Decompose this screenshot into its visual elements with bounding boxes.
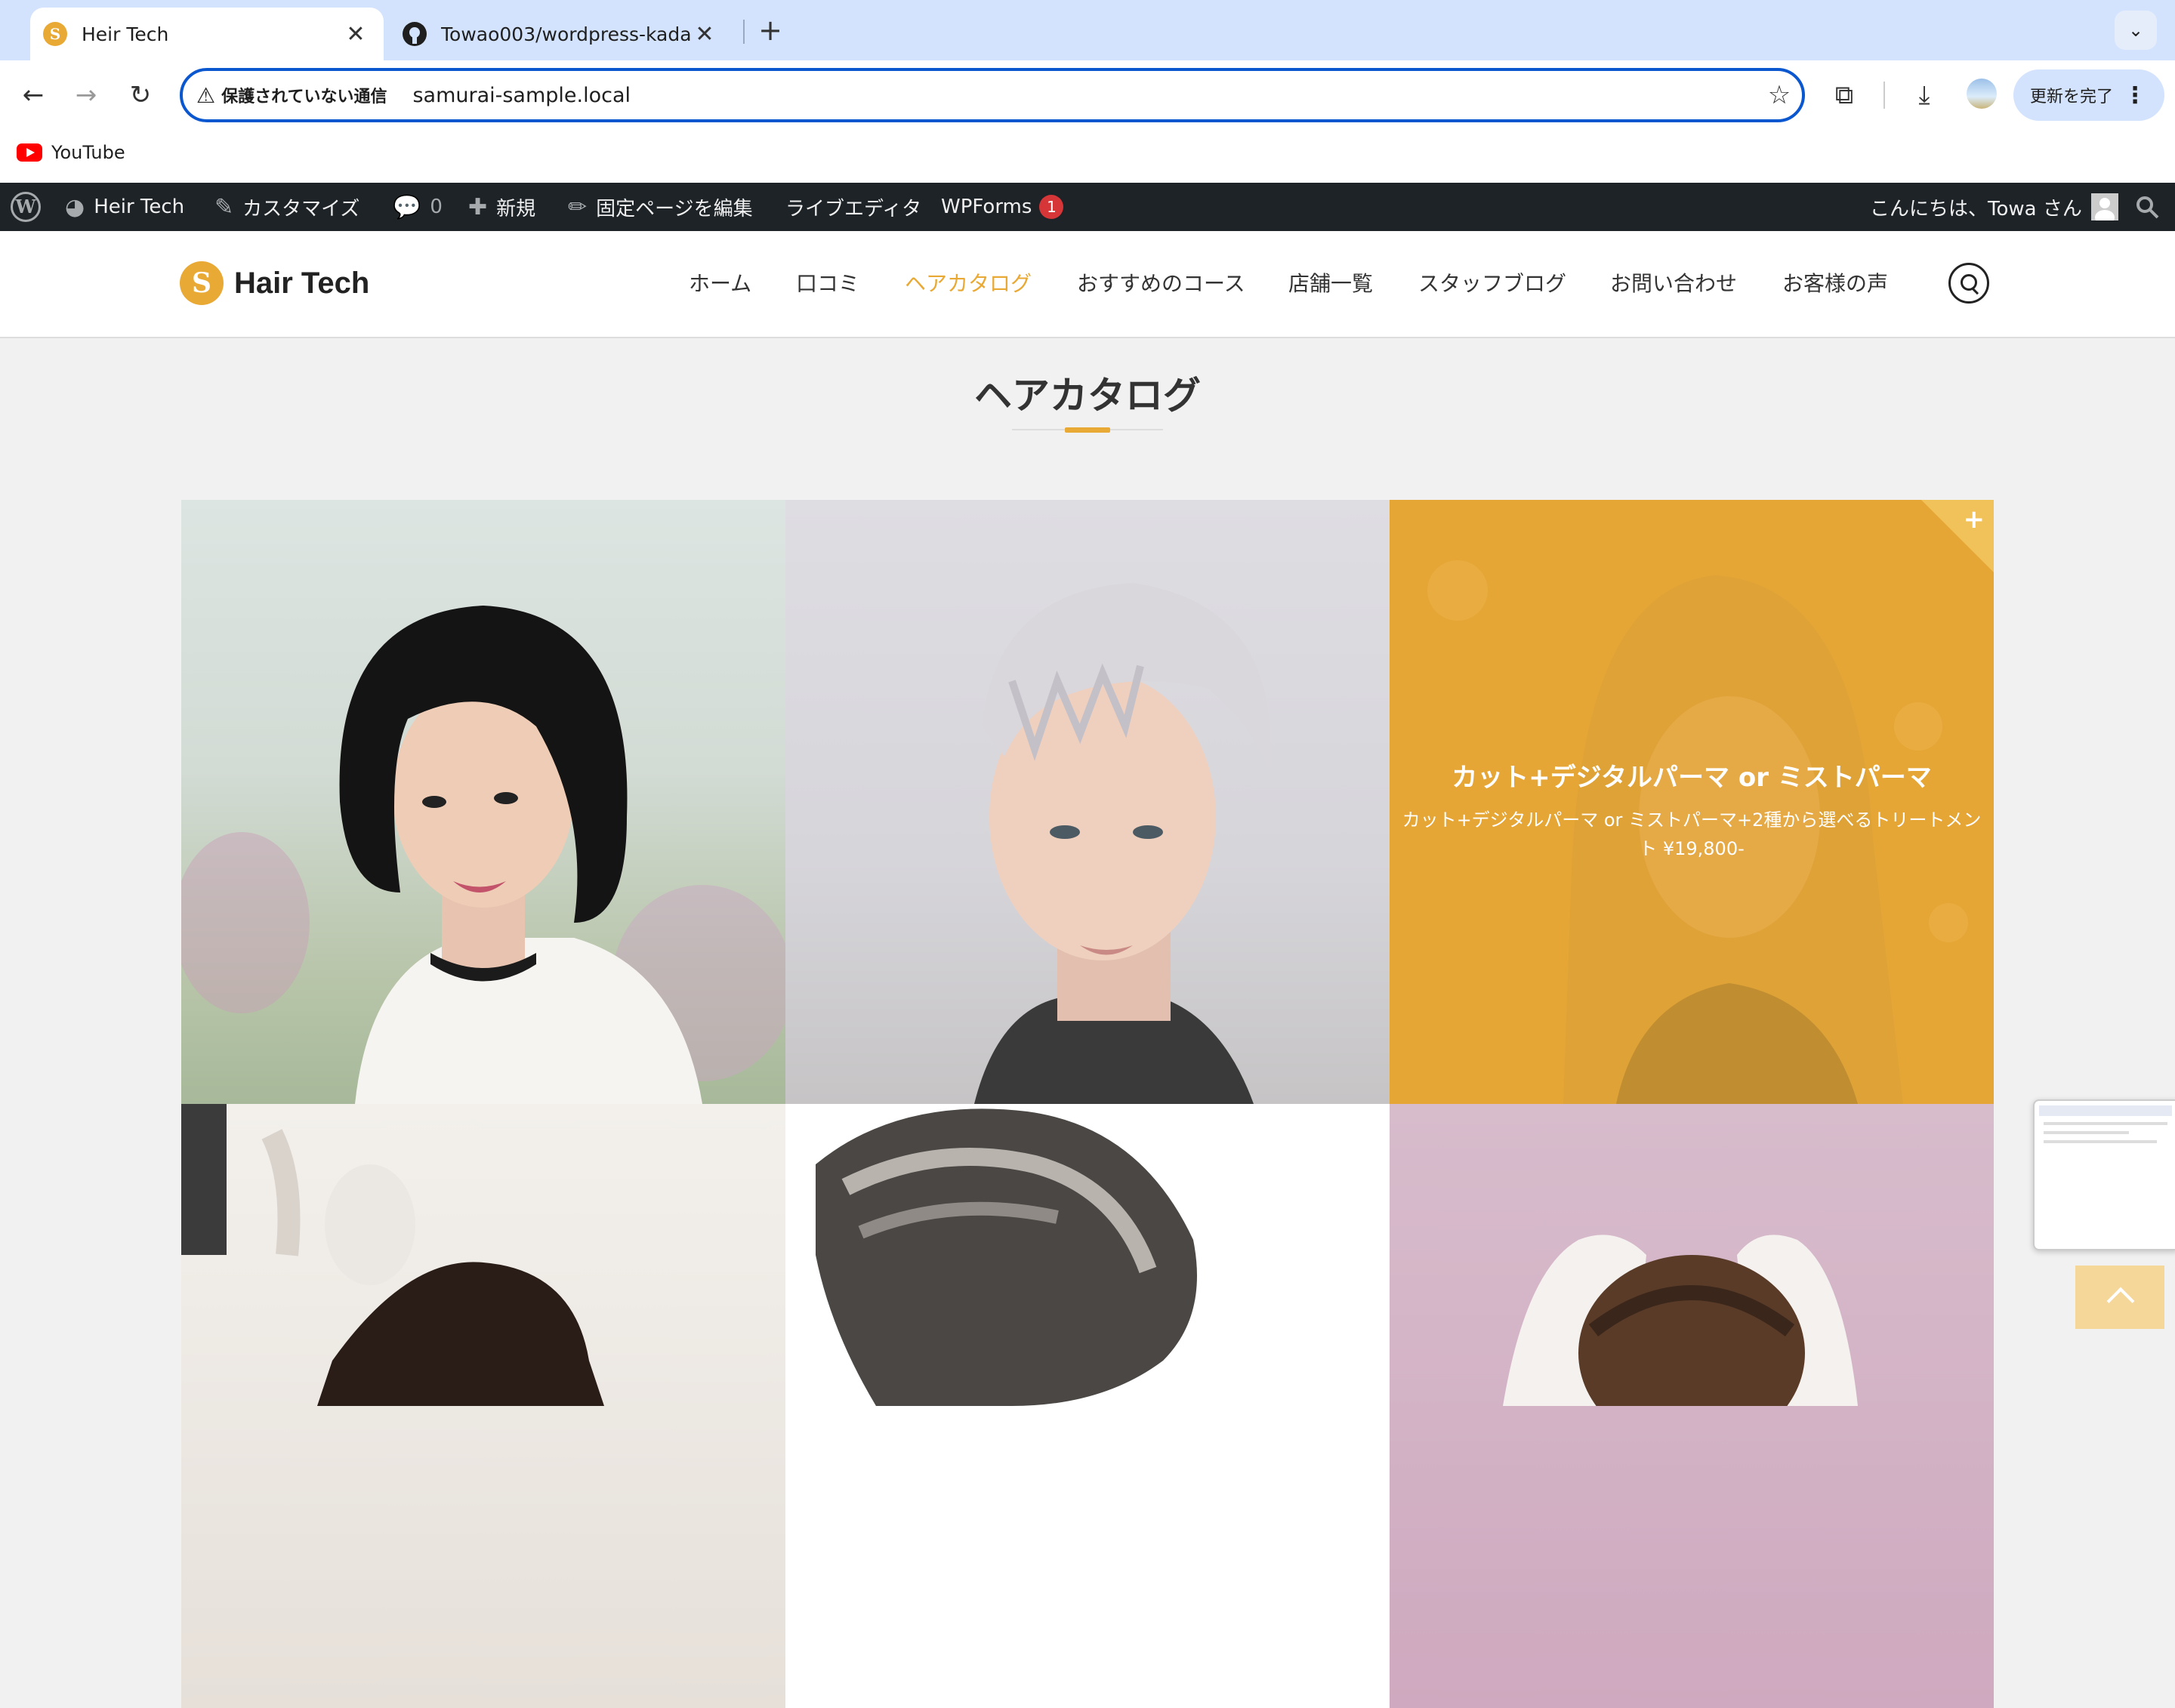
admin-greeting: こんにちは、Towa さん	[1870, 197, 2082, 220]
tab-search-chevron-icon[interactable]: ⌄	[2115, 11, 2157, 50]
hairstyle-photo	[1503, 1235, 1858, 1406]
kebab-menu-icon[interactable]: ⋮	[2124, 82, 2146, 109]
nav-reviews[interactable]: 口コミ	[796, 231, 859, 337]
admin-customize[interactable]: ✎ カスタマイズ	[214, 183, 359, 231]
site-header: S Hair Tech ホーム 口コミ ヘアカタログ おすすめのコース 店舗一覧…	[0, 231, 2175, 338]
hairstyle-photo	[181, 1104, 604, 1406]
toolbar-divider	[1883, 82, 1885, 109]
bookmarks-bar: YouTube	[0, 130, 2175, 183]
pencil-icon: ✏	[568, 193, 588, 220]
site-logo[interactable]: S Hair Tech	[180, 261, 369, 305]
admin-edit-page[interactable]: ✏ 固定ページを編集	[568, 183, 753, 231]
logo-mark-icon: S	[180, 261, 224, 305]
hairstyle-photo	[974, 583, 1270, 1104]
admin-site-name-label: Heir Tech	[94, 196, 185, 218]
admin-wpforms-label: WPForms	[941, 196, 1032, 218]
nav-home[interactable]: ホーム	[689, 231, 751, 337]
profile-avatar[interactable]	[1967, 79, 1997, 109]
back-arrow-icon[interactable]: ←	[15, 77, 51, 113]
close-tab-icon[interactable]: ✕	[343, 21, 369, 48]
svg-text:S: S	[50, 25, 60, 43]
user-avatar	[2090, 193, 2118, 220]
forward-arrow-icon[interactable]: →	[68, 77, 104, 113]
title-accent-bar	[1065, 427, 1110, 433]
browser-toolbar: ← → ↻ ⚠ 保護されていない通信 samurai-sample.local …	[0, 60, 2175, 130]
new-tab-plus-icon[interactable]: +	[755, 14, 785, 47]
admin-edit-page-label: 固定ページを編集	[596, 197, 753, 220]
url-text[interactable]: samurai-sample.local	[412, 84, 1757, 107]
catalog-item[interactable]	[181, 1104, 785, 1708]
bookmark-star-icon[interactable]: ☆	[1757, 80, 1802, 110]
bookmark-youtube[interactable]: YouTube	[17, 142, 125, 163]
wordpress-logo-icon[interactable]: W	[11, 183, 41, 231]
close-tab-icon[interactable]: ✕	[692, 21, 717, 48]
nav-contact[interactable]: お問い合わせ	[1610, 231, 1737, 337]
screenshot-preview-thumbnail[interactable]	[2033, 1099, 2175, 1250]
logo-text: Hair Tech	[234, 266, 370, 300]
download-icon[interactable]: ⤓	[1906, 77, 1942, 113]
hairstyle-photo	[816, 1108, 1197, 1406]
admin-new-label: 新規	[496, 197, 536, 220]
nav-store-list[interactable]: 店舗一覧	[1288, 231, 1373, 337]
hairstyle-photo	[181, 606, 785, 1104]
plus-icon[interactable]: +	[1964, 504, 1985, 535]
comments-count: 0	[430, 196, 443, 218]
security-status[interactable]: 保護されていない通信	[221, 83, 387, 107]
catalog-caption: カット+デジタルパーマ or ミストパーマ カット+デジタルパーマ or ミスト…	[1390, 757, 1994, 863]
dashboard-gauge-icon: ◕	[65, 193, 85, 220]
plus-icon: ✚	[468, 193, 488, 220]
reload-icon[interactable]: ↻	[122, 77, 159, 113]
catalog-item[interactable]	[1390, 1104, 1994, 1708]
catalog-item-hovered[interactable]: + カット+デジタルパーマ or ミストパーマ カット+デジタルパーマ or ミ…	[1390, 500, 1994, 1104]
site-search-icon[interactable]	[1948, 263, 1989, 304]
browser-tab-strip: S Heir Tech ✕ Towao003/wordpress-kadai ✕…	[0, 0, 2175, 60]
nav-staff-blog[interactable]: スタッフブログ	[1418, 231, 1566, 337]
github-icon	[403, 22, 427, 46]
admin-site-name[interactable]: ◕ Heir Tech	[65, 183, 184, 231]
paintbrush-icon: ✎	[214, 193, 234, 220]
back-to-top-chevron-icon[interactable]	[2075, 1266, 2164, 1329]
comment-bubble-icon: 💬	[393, 193, 421, 220]
tab-heir-tech[interactable]: S Heir Tech ✕	[30, 8, 384, 60]
tab-divider	[743, 20, 745, 44]
nav-recommended-course[interactable]: おすすめのコース	[1077, 231, 1245, 337]
admin-live-editor[interactable]: ライブエディタ	[785, 183, 921, 231]
caption-title: カット+デジタルパーマ or ミストパーマ	[1452, 763, 1932, 793]
admin-comments[interactable]: 💬 0	[393, 183, 443, 231]
admin-live-editor-label: ライブエディタ	[785, 197, 922, 220]
catalog-item[interactable]	[181, 500, 785, 1104]
site-favicon-icon: S	[43, 22, 67, 46]
warning-triangle-icon[interactable]: ⚠	[196, 83, 215, 108]
catalog-item[interactable]	[785, 500, 1390, 1104]
tab-github[interactable]: Towao003/wordpress-kadai ✕	[393, 8, 733, 60]
catalog-item[interactable]	[785, 1104, 1390, 1708]
wp-admin-bar: W ◕ Heir Tech ✎ カスタマイズ 💬 0 ✚ 新規 ✏ 固定ページを…	[0, 183, 2175, 231]
admin-account[interactable]: こんにちは、Towa さん	[1870, 183, 2118, 231]
notification-badge: 1	[1039, 195, 1064, 219]
admin-customize-label: カスタマイズ	[242, 197, 360, 220]
admin-new[interactable]: ✚ 新規	[468, 183, 535, 231]
page-title: ヘアカタログ	[974, 374, 1201, 418]
admin-wpforms[interactable]: WPForms 1	[941, 183, 1064, 231]
extensions-puzzle-icon[interactable]: ⧉	[1826, 77, 1862, 113]
caption-description: カット+デジタルパーマ or ミストパーマ+2種から選べるトリートメント ¥19…	[1402, 809, 1982, 859]
update-label: 更新を完了	[2030, 88, 2114, 106]
admin-search-icon[interactable]	[2134, 183, 2160, 231]
nav-customer-voice[interactable]: お客様の声	[1782, 231, 1888, 337]
nav-hair-catalog[interactable]: ヘアカタログ	[905, 231, 1032, 337]
address-bar[interactable]: ⚠ 保護されていない通信 samurai-sample.local ☆	[180, 68, 1805, 122]
tab-title: Towao003/wordpress-kadai	[441, 23, 692, 45]
update-chrome-button[interactable]: 更新を完了 ⋮	[2013, 69, 2164, 121]
youtube-icon	[17, 143, 42, 162]
tab-title: Heir Tech	[82, 23, 169, 45]
bookmark-label: YouTube	[51, 142, 125, 163]
